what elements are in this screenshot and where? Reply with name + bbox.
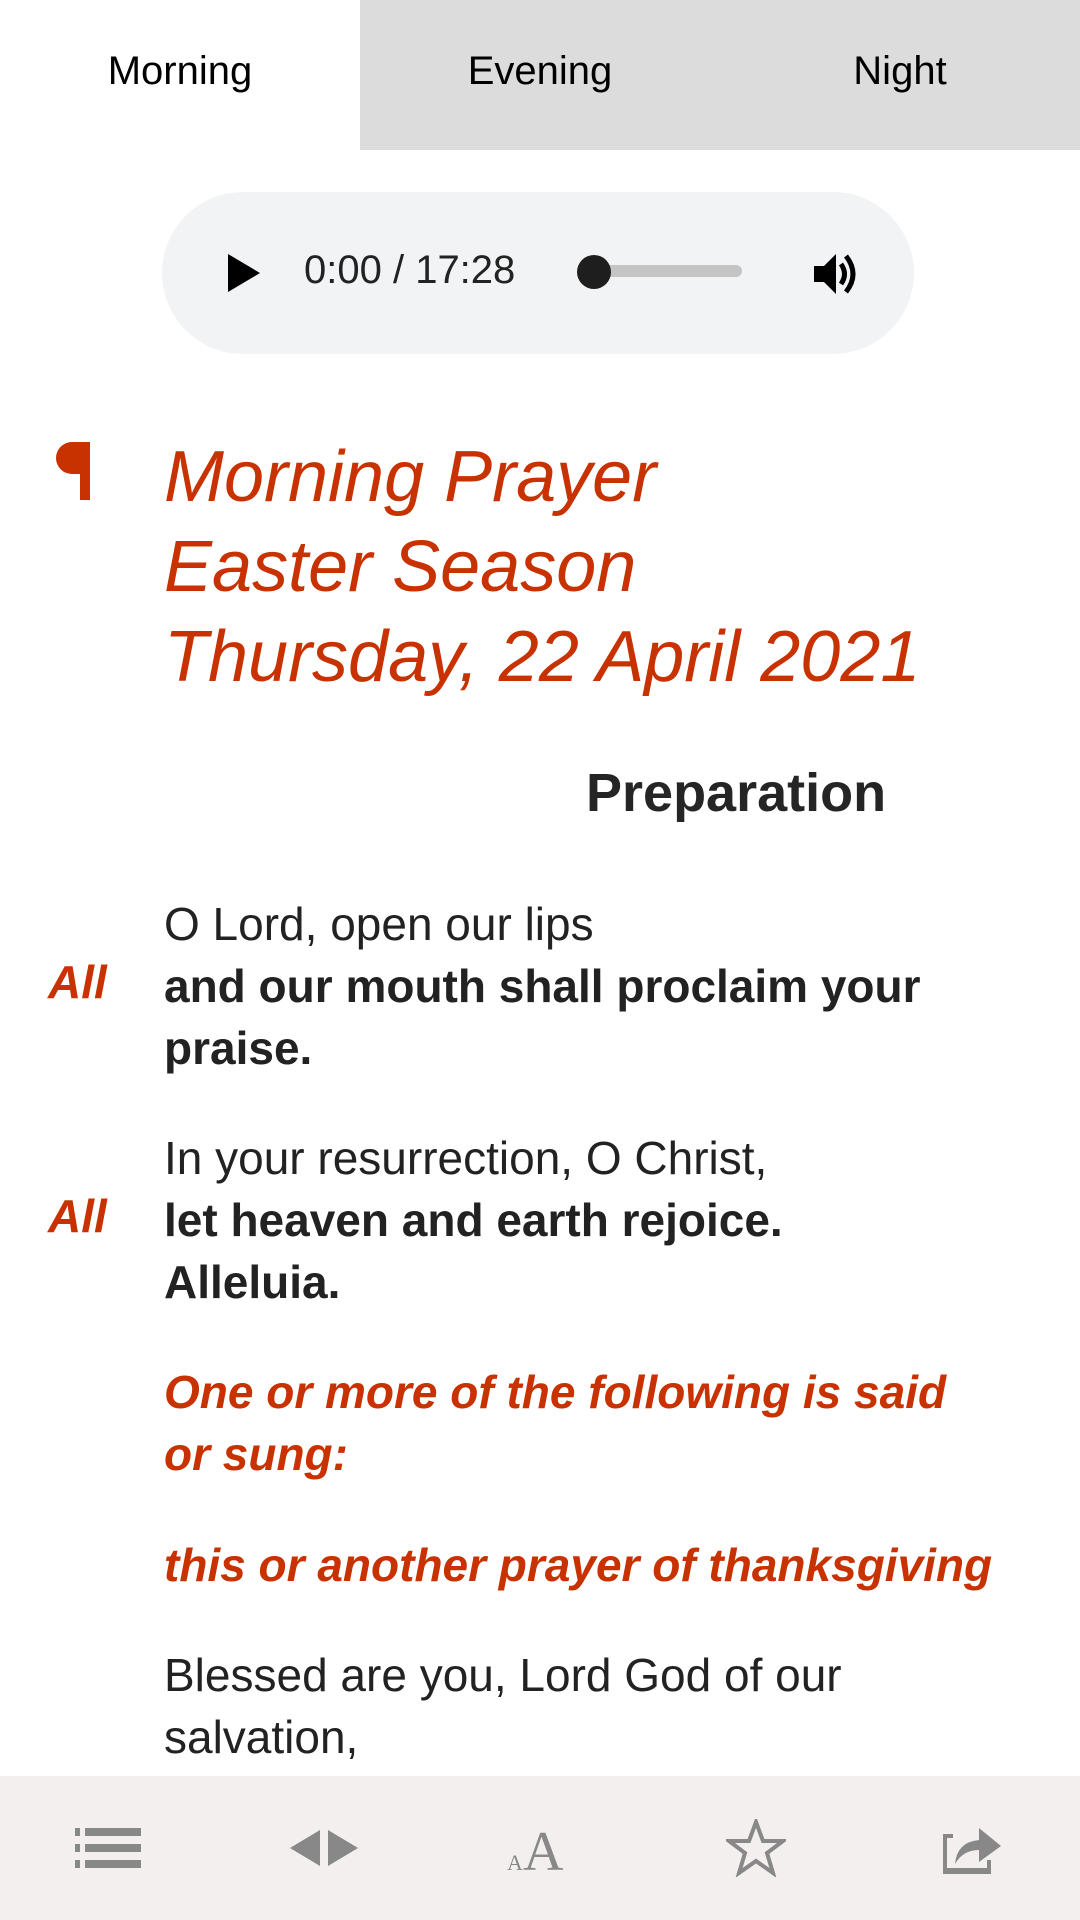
audio-player (162, 192, 914, 354)
tab-label: Night (853, 48, 947, 93)
seek-thumb[interactable] (577, 255, 611, 289)
svg-text:A: A (523, 1821, 564, 1876)
left-right-arrows-icon (290, 1830, 358, 1866)
font-size-icon: A A (507, 1821, 564, 1876)
title-line: Thursday, 22 April 2021 (164, 617, 921, 697)
share-button[interactable] (932, 1813, 1012, 1883)
versicle-leader: O Lord, open our lips (164, 898, 594, 950)
versicle-response: praise. (164, 1022, 313, 1074)
versicle-response: and our mouth shall proclaim your (164, 960, 921, 1012)
title-line: Morning Prayer (164, 437, 657, 517)
tab-label: Morning (107, 48, 253, 93)
bottom-toolbar: A A (0, 1776, 1080, 1920)
body-text: Blessed are you, Lord God of our (164, 1649, 842, 1701)
volume-icon (814, 254, 856, 294)
rubric-instruction: One or more of the following is said (164, 1366, 947, 1418)
tab-label: Evening (467, 48, 613, 93)
svg-text:A: A (507, 1850, 523, 1875)
contents-button[interactable] (68, 1813, 148, 1883)
tab-evening[interactable]: Evening (360, 0, 720, 150)
title-line: Easter Season (164, 527, 637, 607)
office-tabs: Morning Evening Night (0, 0, 1080, 150)
share-icon (943, 1828, 1001, 1874)
versicle-response: Alleluia. (164, 1256, 341, 1308)
rubric-instruction: or sung: (164, 1428, 348, 1480)
body-text: salvation, (164, 1711, 359, 1763)
versicle-response: let heaven and earth rejoice. (164, 1194, 783, 1246)
all-label: All (48, 1190, 107, 1242)
versicle-leader: In your resurrection, O Christ, (164, 1132, 768, 1184)
list-icon (75, 1828, 141, 1868)
tab-morning[interactable]: Morning (0, 0, 360, 150)
volume-button[interactable] (810, 248, 862, 300)
play-button[interactable] (220, 250, 266, 296)
all-label: All (48, 956, 107, 1008)
section-heading: Preparation (586, 763, 887, 823)
play-icon (228, 254, 260, 292)
tab-night[interactable]: Night (720, 0, 1080, 150)
time-display: 0:00 / 17:28 (304, 248, 516, 292)
star-icon (726, 1819, 786, 1877)
office-title: Morning Prayer Easter Season Thursday, 2… (164, 432, 920, 702)
pilcrow-icon (56, 440, 96, 502)
text-size-button[interactable]: A A (500, 1813, 580, 1883)
rubric-subheading: this or another prayer of thanksgiving (164, 1539, 993, 1591)
prev-next-button[interactable] (284, 1813, 364, 1883)
bookmark-button[interactable] (716, 1813, 796, 1883)
